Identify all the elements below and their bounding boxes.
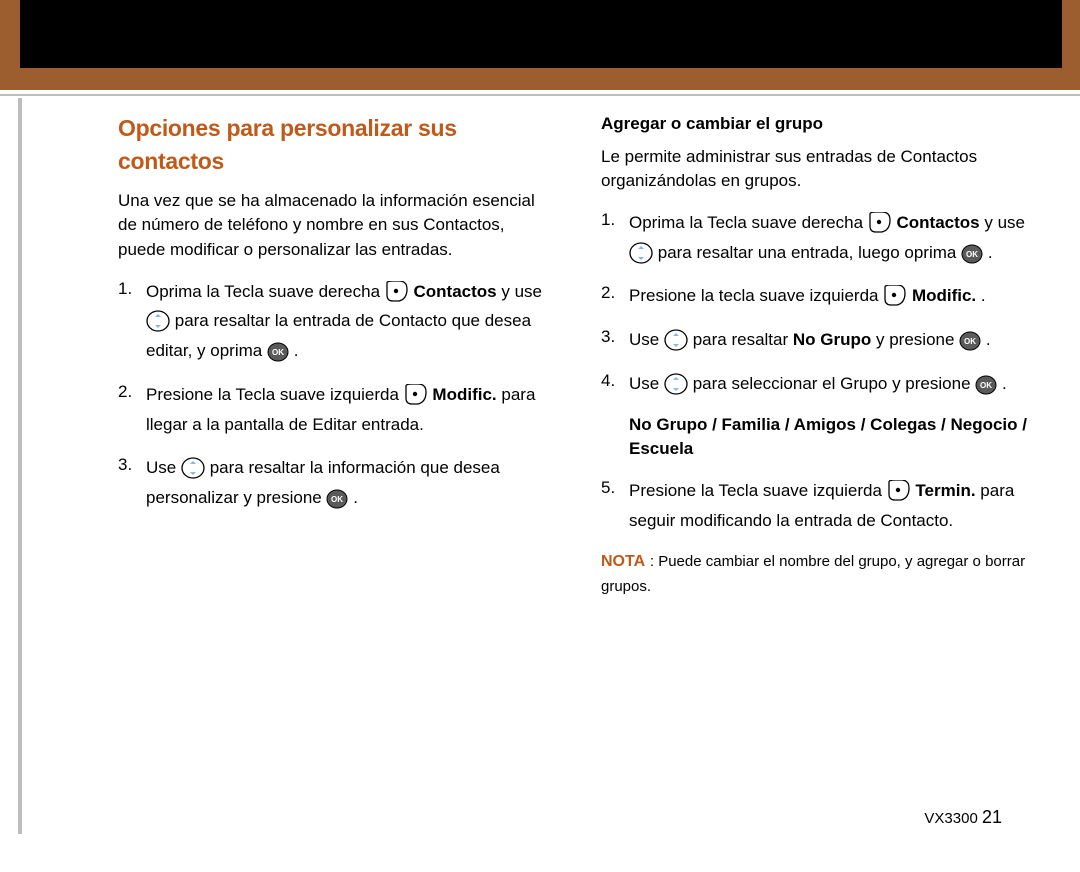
softkey-icon (385, 281, 409, 303)
text: Presione la Tecla suave izquierda (146, 385, 404, 404)
text: para resaltar (693, 330, 793, 349)
left-column: Opciones para personalizar sus contactos… (118, 112, 553, 613)
text-bold: Modific. (912, 286, 976, 305)
note-label: NOTA (601, 553, 645, 570)
list-item: 2. Presione la Tecla suave izquierda Mod… (118, 380, 553, 440)
nav-key-icon (146, 310, 170, 332)
text: . (294, 341, 299, 360)
divider-vertical (18, 98, 22, 834)
model-number: VX3300 (924, 810, 977, 827)
softkey-icon (868, 212, 892, 234)
text: para seleccionar el Grupo y presione (693, 374, 976, 393)
nav-key-icon (664, 373, 688, 395)
page-footer: VX3300 21 (924, 807, 1002, 828)
text: . (988, 243, 993, 262)
text: Oprima la Tecla suave derecha (146, 282, 385, 301)
step-number: 5. (601, 476, 619, 536)
softkey-icon (404, 384, 428, 406)
nav-key-icon (664, 329, 688, 351)
text-bold: Contactos (897, 213, 980, 232)
intro-text: Una vez que se ha almacenado la informac… (118, 189, 553, 263)
text: Use (629, 330, 664, 349)
text: y presione (876, 330, 959, 349)
step-number: 2. (118, 380, 136, 440)
page-number: 21 (982, 807, 1002, 827)
step-number: 3. (118, 453, 136, 513)
softkey-icon (887, 480, 911, 502)
text-bold: Termin. (915, 481, 975, 500)
nav-key-icon (181, 457, 205, 479)
divider-horizontal (0, 94, 1080, 96)
list-item: 4. Use para seleccionar el Grupo y presi… (601, 369, 1036, 399)
text: . (981, 286, 986, 305)
ok-key-icon (326, 489, 348, 509)
intro-text: Le permite administrar sus entradas de C… (601, 145, 1036, 194)
header-band-inner (20, 0, 1062, 68)
text: Use (146, 458, 181, 477)
ok-key-icon (975, 375, 997, 395)
text: . (1002, 374, 1007, 393)
group-list: No Grupo / Familia / Amigos / Colegas / … (629, 413, 1036, 462)
text: . (353, 488, 358, 507)
list-item: 3. Use para resaltar No Grupo y presione… (601, 325, 1036, 355)
text-bold: No Grupo (793, 330, 871, 349)
subsection-title: Agregar o cambiar el grupo (601, 112, 1036, 137)
text: y use (984, 213, 1025, 232)
list-item: 1. Oprima la Tecla suave derecha Contact… (118, 277, 553, 366)
list-item: 3. Use para resaltar la información que … (118, 453, 553, 513)
ok-key-icon (961, 244, 983, 264)
note-text: : Puede cambiar el nombre del grupo, y a… (601, 553, 1025, 595)
text: Presione la tecla suave izquierda (629, 286, 883, 305)
nav-key-icon (629, 242, 653, 264)
page-content: Opciones para personalizar sus contactos… (118, 112, 1038, 613)
list-item: 5. Presione la Tecla suave izquierda Ter… (601, 476, 1036, 536)
text: . (986, 330, 991, 349)
step-number: 1. (118, 277, 136, 366)
header-band (0, 0, 1080, 90)
step-number: 4. (601, 369, 619, 399)
text-bold: Contactos (414, 282, 497, 301)
text: Presione la Tecla suave izquierda (629, 481, 887, 500)
list-item: 1. Oprima la Tecla suave derecha Contact… (601, 208, 1036, 268)
text: para resaltar la entrada de Contacto que… (146, 311, 531, 360)
softkey-icon (883, 285, 907, 307)
ok-key-icon (959, 331, 981, 351)
ok-key-icon (267, 342, 289, 362)
text: para resaltar una entrada, luego oprima (658, 243, 961, 262)
step-number: 1. (601, 208, 619, 268)
text: Oprima la Tecla suave derecha (629, 213, 868, 232)
right-column: Agregar o cambiar el grupo Le permite ad… (601, 112, 1036, 613)
text: y use (501, 282, 542, 301)
step-number: 3. (601, 325, 619, 355)
section-title: Opciones para personalizar sus contactos (118, 112, 553, 179)
step-number: 2. (601, 281, 619, 311)
text: Use (629, 374, 664, 393)
list-item: 2. Presione la tecla suave izquierda Mod… (601, 281, 1036, 311)
text-bold: Modific. (432, 385, 496, 404)
